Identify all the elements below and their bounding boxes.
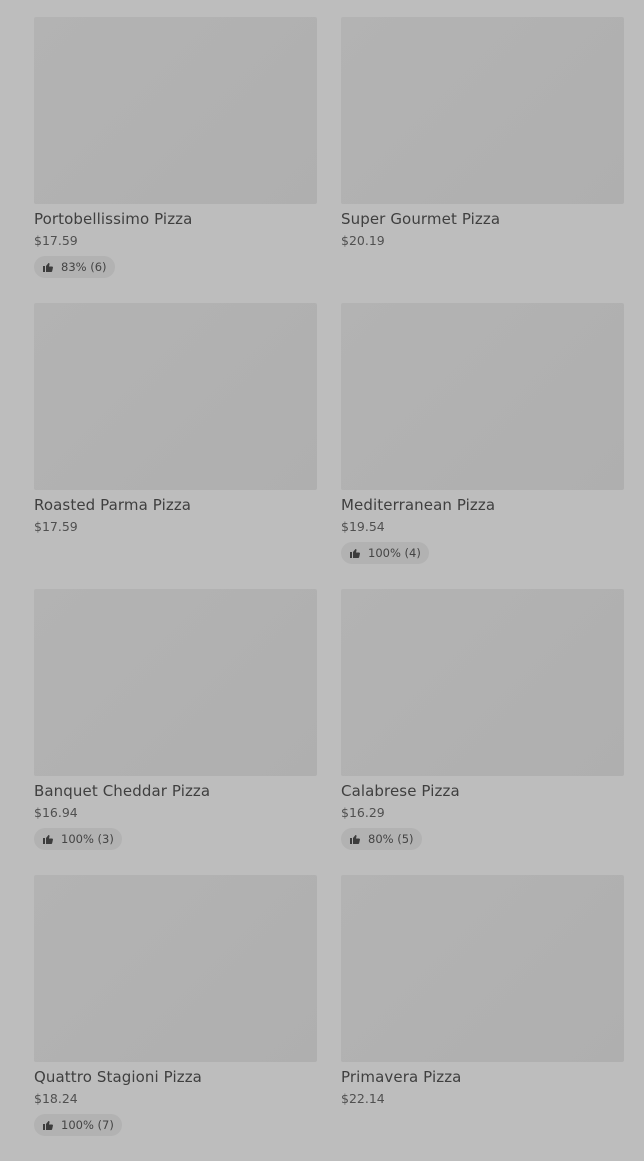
item-image[interactable]: [341, 589, 624, 776]
item-price: $19.54: [341, 519, 385, 534]
thumbs-up-icon: [42, 261, 54, 273]
thumbs-up-icon: [42, 1119, 54, 1131]
menu-item-card[interactable]: Super Gourmet Pizza $20.19: [341, 17, 624, 303]
item-name: Portobellissimo Pizza: [34, 210, 193, 228]
item-name: Primavera Pizza: [341, 1068, 462, 1086]
rating-text: 100% (3): [61, 832, 114, 846]
item-price: $16.94: [34, 805, 78, 820]
rating-badge: 80% (5): [341, 828, 422, 850]
rating-badge: 83% (6): [34, 256, 115, 278]
item-price: $20.19: [341, 233, 385, 248]
rating-badge: 100% (4): [341, 542, 429, 564]
item-price: $22.14: [341, 1091, 385, 1106]
menu-item-grid: Portobellissimo Pizza $17.59 83% (6) Sup…: [34, 17, 624, 1161]
item-image[interactable]: [34, 17, 317, 204]
item-price: $17.59: [34, 519, 78, 534]
item-name: Roasted Parma Pizza: [34, 496, 192, 514]
item-name: Super Gourmet Pizza: [341, 210, 501, 228]
item-name: Calabrese Pizza: [341, 782, 460, 800]
menu-item-card[interactable]: Calabrese Pizza $16.29 80% (5): [341, 589, 624, 875]
item-name: Quattro Stagioni Pizza: [34, 1068, 202, 1086]
thumbs-up-icon: [42, 833, 54, 845]
item-name: Mediterranean Pizza: [341, 496, 496, 514]
menu-item-card[interactable]: Portobellissimo Pizza $17.59 83% (6): [34, 17, 317, 303]
menu-item-card[interactable]: Banquet Cheddar Pizza $16.94 100% (3): [34, 589, 317, 875]
item-name: Banquet Cheddar Pizza: [34, 782, 211, 800]
item-image[interactable]: [34, 589, 317, 776]
item-image[interactable]: [341, 17, 624, 204]
menu-item-card[interactable]: Mediterranean Pizza $19.54 100% (4): [341, 303, 624, 589]
rating-text: 100% (4): [368, 546, 421, 560]
item-price: $18.24: [34, 1091, 78, 1106]
rating-text: 80% (5): [368, 832, 414, 846]
menu-item-card[interactable]: Roasted Parma Pizza $17.59: [34, 303, 317, 589]
rating-text: 100% (7): [61, 1118, 114, 1132]
menu-item-card[interactable]: Quattro Stagioni Pizza $18.24 100% (7): [34, 875, 317, 1161]
menu-item-card[interactable]: Primavera Pizza $22.14: [341, 875, 624, 1161]
item-price: $16.29: [341, 805, 385, 820]
rating-badge: 100% (3): [34, 828, 122, 850]
item-image[interactable]: [34, 875, 317, 1062]
item-price: $17.59: [34, 233, 78, 248]
item-image[interactable]: [341, 875, 624, 1062]
rating-text: 83% (6): [61, 260, 107, 274]
thumbs-up-icon: [349, 547, 361, 559]
thumbs-up-icon: [349, 833, 361, 845]
item-image[interactable]: [34, 303, 317, 490]
item-image[interactable]: [341, 303, 624, 490]
